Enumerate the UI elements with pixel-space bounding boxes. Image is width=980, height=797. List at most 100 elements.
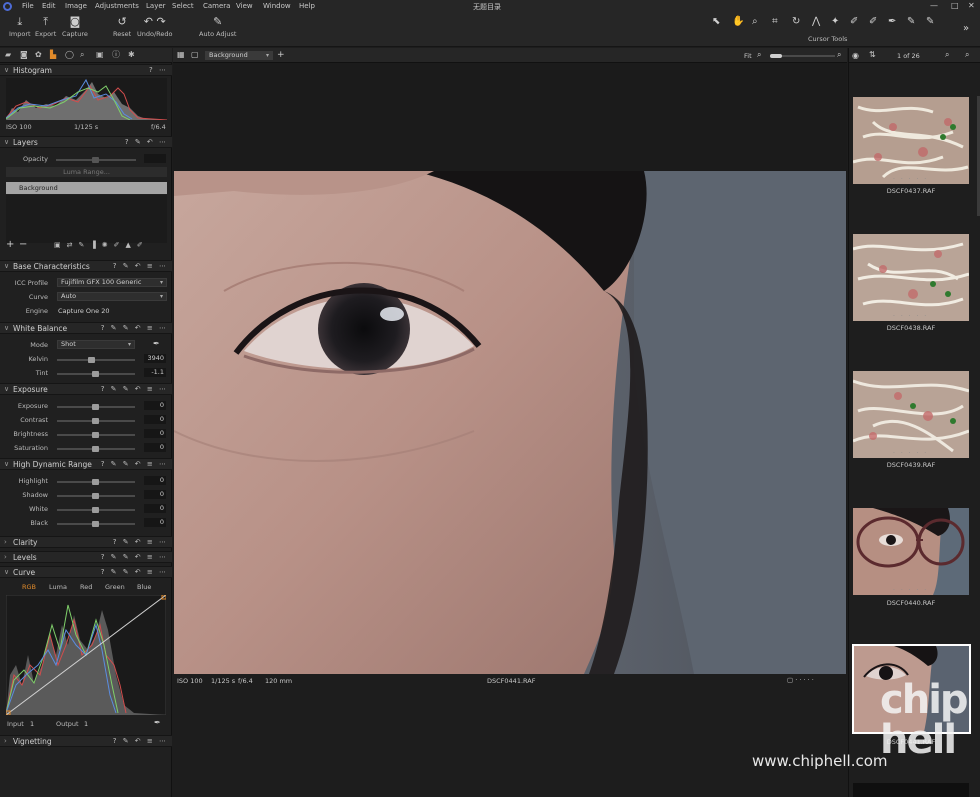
grid-view-icon[interactable]: ▦ [177, 50, 185, 59]
curve-select[interactable]: Auto ▾ [57, 292, 167, 301]
select-cursor-icon[interactable]: ⬉ [712, 16, 720, 27]
tint-value[interactable]: -1.1 [144, 368, 166, 377]
curve-header-icons[interactable]: ? ✎ ✎ ↶ ≡ ⋯ [101, 568, 168, 576]
highlight-value[interactable]: 0 [144, 476, 166, 485]
white-balance-header[interactable]: ∨ White Balance ? ✎ ✎ ↶ ≡ ⋯ [0, 322, 172, 334]
maximize-button[interactable]: □ [951, 1, 959, 10]
highlight-slider[interactable] [57, 479, 135, 485]
white-knob[interactable] [92, 507, 99, 513]
icc-profile-select[interactable]: Fujifilm GFX 100 Generic ▾ [57, 278, 167, 287]
rating-dots[interactable]: · · · · · [893, 313, 928, 320]
brightness-value[interactable]: 0 [144, 429, 166, 438]
levels-header-icons[interactable]: ? ✎ ✎ ↶ ≡ ⋯ [101, 553, 168, 561]
info-tab-icon[interactable]: ⓘ [112, 51, 120, 59]
brush-icon[interactable]: ✐ [850, 16, 858, 27]
rating-dots[interactable]: · · · · · [893, 450, 928, 457]
capture-button[interactable]: ◙ Capture [62, 16, 88, 39]
spot-remove-icon[interactable]: ✦ [831, 16, 839, 27]
zoom-in-icon[interactable]: ⌕ [837, 50, 841, 60]
luma-range-button[interactable]: Luma Range... [6, 167, 167, 177]
kelvin-value[interactable]: 3940 [144, 354, 166, 363]
auto-adjust-button[interactable]: ✎ Auto Adjust [199, 16, 236, 39]
more-icon[interactable]: » [963, 23, 969, 34]
import-button[interactable]: ⤓ Import [9, 16, 31, 39]
opacity-slider[interactable] [56, 157, 136, 163]
zoom-fit-label[interactable]: Fit [744, 52, 752, 60]
curve-picker-icon[interactable]: ✒ [154, 718, 161, 727]
curve-graph[interactable] [6, 595, 166, 715]
sort-icon[interactable]: ⇅ [869, 50, 876, 59]
thumbnail-dscf0439[interactable] [853, 371, 969, 458]
black-knob[interactable] [92, 521, 99, 527]
clarity-header-icons[interactable]: ? ✎ ↶ ≡ ⋯ [113, 538, 168, 546]
exposure-tab-icon[interactable]: ◯ [65, 51, 74, 59]
loupe-icon[interactable]: ⌕ [752, 16, 758, 27]
menu-select[interactable]: Select [172, 2, 194, 10]
minimize-button[interactable]: — [930, 1, 938, 10]
layers-header-icons[interactable]: ? ✎ ↶ ⋯ [125, 138, 168, 146]
shadow-knob[interactable] [92, 493, 99, 499]
thumbnail-dscf0438[interactable] [853, 234, 969, 321]
output-tab-icon[interactable]: ▣ [96, 51, 104, 59]
single-view-icon[interactable]: ▢ [191, 50, 199, 59]
thumbnail-dscf0440[interactable] [853, 508, 969, 595]
brightness-knob[interactable] [92, 432, 99, 438]
layers-header[interactable]: ∨ Layers ? ✎ ↶ ⋯ [0, 136, 172, 148]
exposure-header[interactable]: ∨ Exposure ? ✎ ✎ ↶ ≡ ⋯ [0, 383, 172, 395]
menu-layer[interactable]: Layer [146, 2, 166, 10]
menu-view[interactable]: View [236, 2, 253, 10]
search-icon[interactable]: ⌕ [965, 50, 969, 60]
curve-header[interactable]: ∨ Curve ? ✎ ✎ ↶ ≡ ⋯ [0, 566, 172, 578]
settings-tab-icon[interactable]: ✱ [128, 51, 136, 59]
rating-dots[interactable]: · · · · · [893, 587, 928, 594]
histogram-header[interactable]: ∨ Histogram ? ⋯ [0, 64, 172, 76]
shadow-value[interactable]: 0 [144, 490, 166, 499]
add-layer-button[interactable]: + [6, 239, 14, 250]
reset-button[interactable]: ↺ Reset [113, 16, 131, 39]
wb-picker-icon[interactable]: ✒ [153, 339, 160, 348]
filter-search-icon[interactable]: ⌕ [945, 50, 949, 60]
eye-icon[interactable]: ◉ [852, 51, 859, 60]
capture-tab-icon[interactable]: ◙ [20, 51, 28, 59]
curve-tab-red[interactable]: Red [80, 583, 92, 591]
vignetting-header-icons[interactable]: ? ✎ ↶ ≡ ⋯ [113, 737, 168, 745]
thumbnail-dscf0437[interactable] [853, 97, 969, 184]
base-header-icons[interactable]: ? ✎ ↶ ≡ ⋯ [113, 262, 168, 270]
layer-select[interactable]: Background ▾ [205, 51, 273, 60]
exposure-slider[interactable] [57, 404, 135, 410]
pen-icon[interactable]: ✎ [926, 16, 934, 27]
curve-tab-green[interactable]: Green [105, 583, 125, 591]
curve-tab-luma[interactable]: Luma [49, 583, 67, 591]
menu-adjustments[interactable]: Adjustments [95, 2, 139, 10]
image-viewer[interactable] [173, 63, 847, 674]
menu-help[interactable]: Help [299, 2, 315, 10]
menu-edit[interactable]: Edit [42, 2, 56, 10]
shadow-slider[interactable] [57, 493, 135, 499]
undo-redo-button[interactable]: ↶ ↷ Undo/Redo [137, 16, 173, 39]
vignetting-header[interactable]: › Vignetting ? ✎ ↶ ≡ ⋯ [0, 735, 172, 747]
remove-layer-button[interactable]: − [19, 239, 27, 250]
eraser-icon[interactable]: ✐ [869, 16, 877, 27]
lens-tab-icon[interactable]: ✿ [35, 51, 43, 59]
levels-header[interactable]: › Levels ? ✎ ✎ ↶ ≡ ⋯ [0, 551, 172, 563]
close-button[interactable]: ✕ [968, 1, 975, 10]
kelvin-knob[interactable] [88, 357, 95, 363]
exposure-value[interactable]: 0 [144, 401, 166, 410]
opacity-knob[interactable] [92, 157, 99, 163]
black-value[interactable]: 0 [144, 518, 166, 527]
exposure-header-icons[interactable]: ? ✎ ✎ ↶ ≡ ⋯ [101, 385, 168, 393]
contrast-knob[interactable] [92, 418, 99, 424]
curve-tab-rgb[interactable]: RGB [22, 583, 36, 591]
white-slider[interactable] [57, 507, 135, 513]
annotate-icon[interactable]: ✎ [907, 16, 915, 27]
saturation-value[interactable]: 0 [144, 443, 166, 452]
wb-header-icons[interactable]: ? ✎ ✎ ↶ ≡ ⋯ [101, 324, 168, 332]
color-tab-icon[interactable]: ▙ [50, 51, 58, 59]
wb-mode-select[interactable]: Shot ▾ [57, 340, 135, 349]
clarity-header[interactable]: › Clarity ? ✎ ↶ ≡ ⋯ [0, 536, 172, 548]
tint-knob[interactable] [92, 371, 99, 377]
kelvin-slider[interactable] [57, 357, 135, 363]
hdr-header[interactable]: ∨ High Dynamic Range ? ✎ ✎ ↶ ≡ ⋯ [0, 458, 172, 470]
hdr-header-icons[interactable]: ? ✎ ✎ ↶ ≡ ⋯ [101, 460, 168, 468]
zoom-out-icon[interactable]: ⌕ [757, 50, 761, 60]
